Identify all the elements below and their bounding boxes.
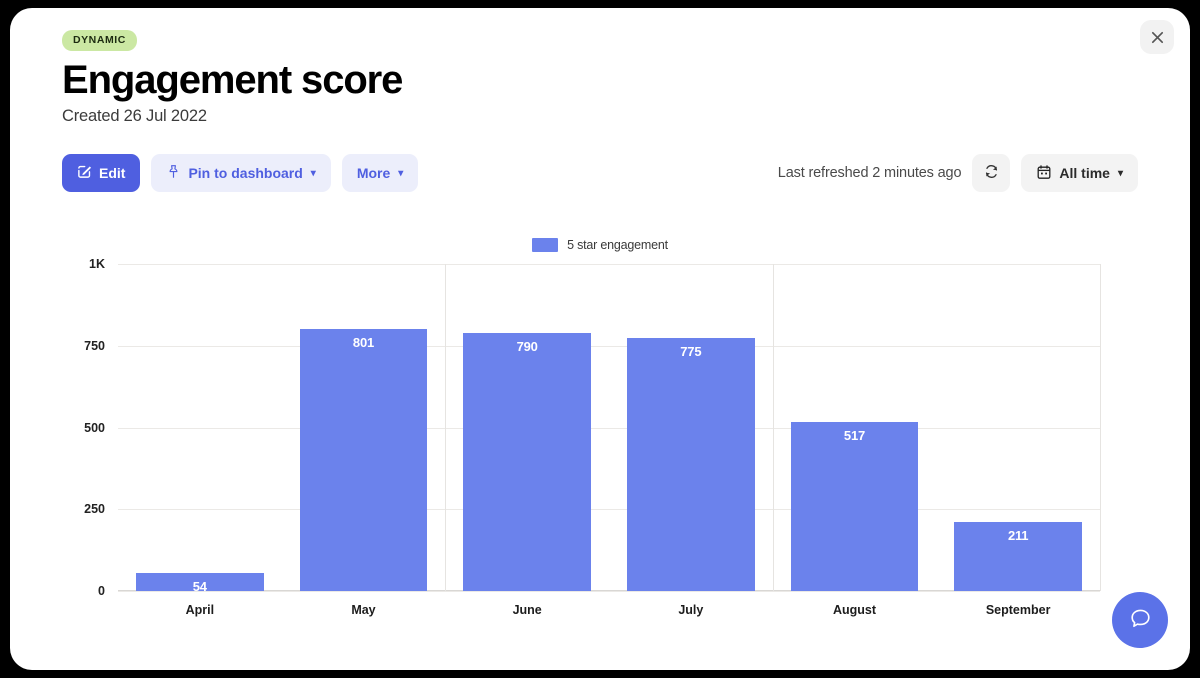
x-axis-tick-label: July	[678, 603, 704, 617]
chart-bar-value-label: 775	[680, 343, 702, 359]
chat-bubble-icon	[1127, 605, 1154, 635]
chart-bar-group[interactable]: 54 April	[118, 264, 282, 617]
chart-container: 5 star engagement 0 250 500 750 1K 54 April 801…	[62, 220, 1138, 618]
chevron-down-icon: ▾	[1117, 167, 1123, 179]
chart-bar-value-label: 211	[1007, 528, 1029, 544]
chevron-down-icon: ▾	[310, 167, 316, 179]
x-axis-tick-label: June	[512, 603, 542, 617]
chart-bar-value-label: 801	[352, 335, 375, 351]
pushpin-icon	[166, 164, 181, 182]
chart-bar[interactable]: 775	[627, 337, 755, 591]
toolbar-left-group: Edit Pin to dashboard ▾ More ▾	[62, 154, 419, 192]
chart-bar-value-label: 790	[516, 338, 538, 354]
chart-bar[interactable]: 801	[299, 329, 428, 591]
chart-bar-group[interactable]: 775 July	[609, 264, 773, 617]
chart-bar[interactable]: 211	[954, 522, 1082, 591]
chevron-down-icon: ▾	[398, 167, 404, 179]
more-button-label: More	[356, 165, 391, 181]
chart-bar[interactable]: 517	[790, 421, 919, 591]
close-button[interactable]	[1140, 20, 1174, 54]
refresh-button[interactable]	[972, 154, 1011, 192]
pin-to-dashboard-button[interactable]: Pin to dashboard ▾	[151, 154, 331, 192]
page-header: DYNAMIC Engagement score Created 26 Jul …	[62, 30, 403, 126]
chat-support-button[interactable]	[1112, 592, 1168, 648]
edit-button-label: Edit	[99, 165, 126, 181]
x-axis-tick-label: May	[351, 603, 376, 617]
status-badge: DYNAMIC	[62, 30, 137, 51]
chart-bar-group[interactable]: 517 August	[773, 264, 937, 617]
chart-plot-area: 0 250 500 750 1K 54 April 801 May 790 June 775 July 5…	[84, 257, 1101, 617]
chart-gridline-vertical	[772, 264, 774, 591]
edit-button[interactable]: Edit	[62, 154, 141, 192]
edit-pencil-square-icon	[77, 164, 92, 182]
chart-bar-group[interactable]: 801 May	[282, 264, 446, 617]
toolbar: Edit Pin to dashboard ▾ More ▾ Last refr…	[62, 154, 1138, 192]
chart-gridline-vertical	[445, 264, 447, 591]
date-range-label: All time	[1059, 165, 1110, 181]
report-modal: DYNAMIC Engagement score Created 26 Jul …	[10, 8, 1190, 670]
chart-gridline-horizontal	[118, 591, 1100, 592]
refresh-icon	[983, 163, 1000, 183]
chart-bar-group[interactable]: 790 June	[445, 264, 609, 617]
chart-bar-value-label: 517	[843, 427, 866, 443]
chart-gridline-vertical	[1100, 264, 1101, 591]
chart-bar[interactable]: 790	[463, 332, 591, 591]
legend-label: 5 star engagement	[567, 238, 668, 252]
calendar-icon	[1036, 164, 1052, 183]
y-axis-tick-label: 500	[84, 420, 105, 435]
more-button[interactable]: More ▾	[341, 154, 419, 192]
x-axis-tick-label: April	[185, 603, 215, 617]
date-range-button[interactable]: All time ▾	[1021, 154, 1138, 192]
y-axis-tick-label: 750	[84, 338, 105, 353]
x-axis-tick-label: September	[985, 603, 1051, 617]
screen-root: DYNAMIC Engagement score Created 26 Jul …	[0, 0, 1200, 678]
chart-bar[interactable]: 54	[136, 573, 264, 595]
page-subtitle: Created 26 Jul 2022	[62, 106, 207, 125]
y-axis-tick-label: 1K	[89, 257, 105, 271]
y-axis-tick-label: 250	[84, 502, 105, 517]
chart-bar-group[interactable]: 211 September	[936, 264, 1100, 617]
toolbar-right-group: Last refreshed 2 minutes ago All time ▾	[778, 154, 1138, 192]
page-title: Engagement score	[62, 57, 403, 102]
x-axis-tick-label: August	[832, 603, 877, 617]
pin-to-dashboard-label: Pin to dashboard	[188, 165, 303, 181]
legend-swatch	[532, 238, 559, 252]
y-axis-tick-label: 0	[98, 584, 105, 598]
chart-bar-value-label: 54	[192, 579, 207, 595]
last-refreshed-label: Last refreshed 2 minutes ago	[777, 165, 962, 181]
chart-legend: 5 star engagement	[62, 238, 1138, 252]
close-icon	[1150, 30, 1165, 45]
